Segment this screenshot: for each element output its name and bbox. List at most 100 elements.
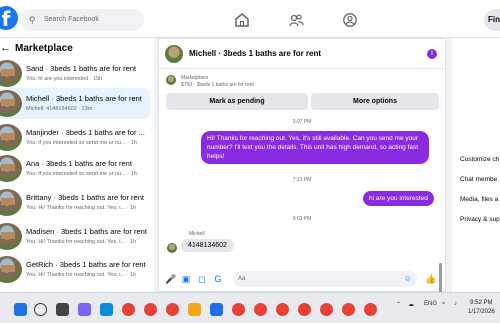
conversation-preview: You: Hi! Thanks for reaching out. Yes, i… — [26, 205, 137, 211]
listing-thumbnail — [0, 256, 22, 283]
listing-thumbnail — [0, 189, 22, 216]
conversation-item[interactable]: Manjinder · 3beds 1 baths are for ... Yo… — [0, 122, 150, 153]
volume-icon[interactable]: ♪ — [454, 301, 457, 307]
home-icon[interactable] — [234, 12, 250, 28]
gif-icon[interactable]: G — [213, 274, 223, 284]
conversation-name: Ana · 3beds 1 baths are for rent — [26, 159, 132, 168]
cloud-icon[interactable]: ☁ — [408, 301, 414, 308]
message-sender: Michell — [189, 231, 205, 237]
message-list[interactable]: 3:07 PM Hi! Thanks for reaching out. Yes… — [159, 113, 445, 313]
chrome-icon[interactable] — [342, 303, 355, 316]
more-options-button[interactable]: More options — [311, 93, 439, 110]
back-arrow-icon[interactable]: ← — [0, 42, 11, 54]
conversation-preview: You: if you interested so send me ur nu.… — [26, 171, 137, 177]
clock-time: 9:52 PM — [470, 300, 493, 306]
conversation-item[interactable]: GetRich · 3beds 1 baths are for rent You… — [0, 254, 150, 285]
conversation-preview: Michell: 4148134602 · 23m — [26, 106, 93, 112]
clock-date: 1/17/2026 — [468, 309, 495, 315]
chat-members-item[interactable]: Chat membe — [460, 176, 497, 183]
chrome-icon[interactable] — [276, 303, 289, 316]
conversation-preview: You: Hi! Thanks for reaching out. Yes, i… — [26, 272, 137, 278]
system-clock[interactable]: 9:52 PM 1/17/2026 — [468, 299, 495, 317]
search-placeholder: Search Facebook — [44, 16, 99, 23]
photo-icon[interactable]: ▣ — [181, 274, 191, 284]
listing-thumbnail — [0, 90, 22, 117]
store-icon[interactable] — [210, 303, 223, 316]
conversation-name: Sand · 3beds 1 baths are for rent — [26, 64, 137, 73]
windows-taskbar: ⌃ ☁ ENG ≈ ♪ 9:52 PM 1/17/2026 — [0, 292, 500, 323]
listing-thumbnail — [0, 60, 22, 87]
mark-as-pending-button[interactable]: Mark as pending — [166, 93, 308, 110]
search-icon[interactable] — [34, 303, 47, 316]
listing-thumbnail — [0, 155, 22, 182]
listing-thumbnail — [166, 75, 176, 85]
user-profile-button[interactable]: Fin — [484, 9, 500, 31]
conversation-item[interactable]: Brittany · 3beds 1 baths are for rent Yo… — [0, 187, 150, 218]
language-indicator[interactable]: ENG — [424, 301, 437, 307]
sender-avatar — [167, 243, 177, 253]
info-icon[interactable]: i — [427, 49, 437, 59]
listing-description[interactable]: $750 · 3beds 1 baths are for rent — [181, 82, 254, 88]
start-icon[interactable] — [14, 303, 27, 316]
edge-icon[interactable] — [100, 303, 113, 316]
conversation-name: Manjinder · 3beds 1 baths are for ... — [26, 128, 145, 137]
microphone-icon[interactable]: 🎤 — [165, 274, 176, 284]
listing-thumbnail — [0, 124, 22, 151]
conversation-name: Madisen · 3beds 1 baths are for rent — [26, 227, 147, 236]
facebook-logo[interactable]: f — [0, 6, 18, 31]
marketplace-inbox: ← Marketplace Sand · 3beds 1 baths are fo… — [0, 38, 154, 292]
message-timestamp: 7:13 PM — [292, 177, 312, 183]
outgoing-message: hi are you interested — [363, 191, 434, 206]
listing-type: Marketplace — [181, 75, 209, 81]
like-icon[interactable]: 👍 — [425, 274, 436, 284]
chrome-icon[interactable] — [166, 303, 179, 316]
privacy-support-item[interactable]: Privacy & sup — [460, 216, 500, 223]
message-timestamp: 3:07 PM — [292, 119, 312, 125]
message-placeholder: Aa — [238, 276, 246, 282]
incoming-message: 4148134602 — [181, 239, 234, 252]
inbox-title: ← Marketplace — [0, 42, 73, 54]
conversation-name: GetRich · 3beds 1 baths are for rent — [26, 260, 146, 269]
chrome-icon[interactable] — [232, 303, 245, 316]
search-input[interactable]: ⚲ Search Facebook — [20, 9, 144, 31]
chrome-icon[interactable] — [364, 303, 377, 316]
message-input[interactable]: Aa ☺ — [233, 271, 417, 287]
chevron-up-icon[interactable]: ⌃ — [396, 301, 401, 308]
message-composer: 🎤 ▣ ◻ G Aa ☺ 👍 — [159, 267, 445, 292]
customize-chat-item[interactable]: Customize ch — [460, 156, 499, 163]
conversation-name: Michell · 3beds 1 baths are for rent — [26, 94, 142, 103]
chrome-icon[interactable] — [254, 303, 267, 316]
chat-app-icon[interactable] — [78, 303, 91, 316]
conversation-item[interactable]: Sand · 3beds 1 baths are for rent You: h… — [0, 58, 150, 89]
conversation-item[interactable]: Ana · 3beds 1 baths are for rent You: if… — [0, 153, 150, 184]
chat-window: Michell · 3beds 1 baths are for rent i M… — [158, 38, 446, 313]
groups-icon[interactable] — [288, 12, 304, 28]
profile-icon[interactable] — [342, 12, 358, 28]
file-explorer-icon[interactable] — [188, 303, 201, 316]
chat-title[interactable]: Michell · 3beds 1 baths are for rent — [189, 49, 321, 58]
listing-card: Marketplace $750 · 3beds 1 baths are for… — [159, 69, 445, 113]
chrome-icon[interactable] — [144, 303, 157, 316]
top-navigation-bar: f ⚲ Search Facebook Fin — [0, 0, 500, 38]
message-timestamp: 9:03 PM — [292, 216, 312, 222]
conversation-preview: You: hi are you interested · 15h — [26, 76, 103, 82]
chrome-icon[interactable] — [298, 303, 311, 316]
chat-avatar[interactable] — [165, 45, 183, 63]
conversation-name: Brittany · 3beds 1 baths are for rent — [26, 193, 144, 202]
chrome-icon[interactable] — [122, 303, 135, 316]
wifi-icon[interactable]: ≈ — [442, 301, 445, 307]
conversation-item[interactable]: Madisen · 3beds 1 baths are for rent You… — [0, 221, 150, 252]
emoji-icon[interactable]: ☺ — [404, 271, 412, 287]
chat-details-panel: Customize ch Chat membe Media, files a P… — [452, 38, 500, 292]
outgoing-message: Hi! Thanks for reaching out. Yes, it's s… — [201, 131, 429, 164]
sticker-icon[interactable]: ◻ — [197, 274, 207, 284]
chat-header: Michell · 3beds 1 baths are for rent i — [159, 39, 445, 69]
media-files-item[interactable]: Media, files a — [460, 196, 498, 203]
listing-thumbnail — [0, 223, 22, 250]
task-view-icon[interactable] — [56, 303, 69, 316]
conversation-preview: You: if you interested so send me ur nu.… — [26, 140, 137, 146]
search-icon: ⚲ — [29, 15, 36, 25]
conversation-item[interactable]: Michell · 3beds 1 baths are for rent Mic… — [0, 88, 150, 119]
chrome-icon[interactable] — [320, 303, 333, 316]
conversation-preview: You: Hi! Thanks for reaching out. Yes, i… — [26, 239, 137, 245]
